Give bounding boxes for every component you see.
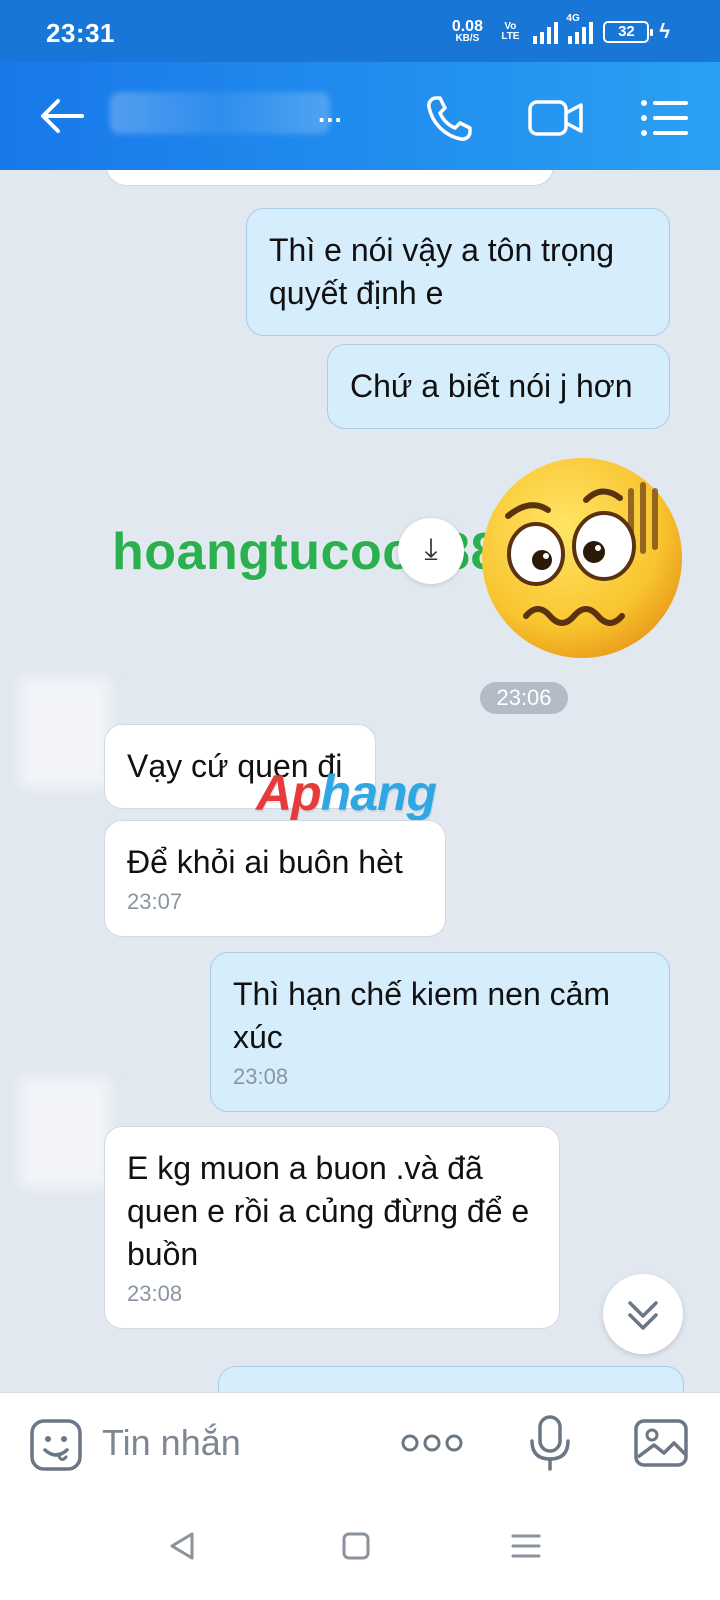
- message-input[interactable]: [102, 1415, 382, 1471]
- microphone-icon: [530, 1415, 570, 1471]
- next-message-bubble[interactable]: [218, 1366, 684, 1392]
- sender-avatar-blurred[interactable]: [20, 678, 110, 788]
- battery-level: 32: [618, 23, 635, 40]
- more-options-button[interactable]: [400, 1423, 464, 1463]
- status-bar: 23:31 0.08 KB/S Vo LTE 4G 32 ϟ: [0, 0, 720, 62]
- message-text: Thì hạn chế kiem nen cảm xúc: [233, 976, 611, 1055]
- watermark-brand-part1: Ap: [256, 765, 322, 821]
- download-icon: ⤓: [424, 533, 438, 566]
- image-icon: [634, 1419, 688, 1467]
- worried-face-sticker[interactable]: [478, 454, 686, 662]
- message-time: 23:08: [233, 1064, 289, 1089]
- video-camera-icon: [528, 100, 583, 136]
- battery-icon: 32: [603, 21, 654, 43]
- chat-header: ...: [0, 62, 720, 170]
- message-bubble-outgoing[interactable]: Chứ a biết nói j hơn: [327, 344, 670, 429]
- network-type: 4G: [566, 13, 580, 24]
- network-speed: 0.08 KB/S: [447, 19, 487, 45]
- phone-icon: [427, 96, 472, 141]
- nav-back-button[interactable]: [164, 1528, 200, 1564]
- watermark-green: hoangtucoc8888: [112, 523, 530, 581]
- message-input-bar: [0, 1392, 720, 1492]
- triangle-back-icon: [170, 1532, 194, 1560]
- recents-lines-icon: [511, 1534, 541, 1558]
- send-image-button[interactable]: [632, 1415, 690, 1471]
- voice-record-button[interactable]: [524, 1413, 576, 1473]
- message-text: Để khỏi ai buôn hèt: [127, 844, 403, 880]
- charging-icon: ϟ: [659, 20, 670, 43]
- message-text: Chứ a biết nói j hơn: [350, 368, 633, 404]
- time-divider: 23:06: [480, 682, 568, 714]
- back-button[interactable]: [36, 90, 88, 142]
- system-navigation-bar: [0, 1492, 720, 1600]
- menu-list-icon: [641, 100, 688, 136]
- contact-name-ellipsis: ...: [318, 98, 343, 128]
- emoji-icon: [30, 1419, 82, 1471]
- message-time: 23:07: [127, 889, 183, 914]
- square-home-icon: [342, 1532, 370, 1560]
- watermark-brand: Aphang: [256, 764, 437, 822]
- message-bubble-incoming[interactable]: E kg muon a buon .và đã quen e rồi a củn…: [104, 1126, 560, 1329]
- nav-recents-button[interactable]: [508, 1528, 544, 1564]
- previous-message-bubble[interactable]: [106, 170, 554, 186]
- status-time: 23:31: [46, 18, 115, 48]
- watermark-brand-part2: hang: [320, 765, 437, 821]
- message-time: 23:08: [127, 1281, 183, 1306]
- message-text: Thì e nói vậy a tôn trọng quyết định e: [269, 232, 615, 311]
- sender-avatar-blurred[interactable]: [20, 1078, 110, 1188]
- back-arrow-icon: [41, 99, 84, 133]
- signal-1-icon: [533, 20, 559, 44]
- download-button[interactable]: ⤓: [398, 518, 464, 584]
- signal-2-icon: 4G: [566, 13, 594, 44]
- volte-indicator: Vo LTE: [497, 22, 523, 42]
- double-chevron-down-icon: [628, 1301, 658, 1330]
- contact-name-blurred[interactable]: [110, 92, 330, 134]
- status-icons: 0.08 KB/S Vo LTE 4G 32 ϟ: [447, 13, 670, 48]
- scroll-to-bottom-button[interactable]: [603, 1274, 683, 1354]
- chat-messages[interactable]: Thì e nói vậy a tôn trọng quyết định e C…: [0, 170, 720, 1392]
- message-bubble-outgoing[interactable]: Thì e nói vậy a tôn trọng quyết định e: [246, 208, 670, 336]
- emoji-button[interactable]: [28, 1417, 84, 1473]
- video-call-button[interactable]: [526, 90, 586, 146]
- message-text: E kg muon a buon .và đã quen e rồi a củn…: [127, 1150, 530, 1272]
- menu-button[interactable]: [636, 90, 692, 146]
- nav-home-button[interactable]: [338, 1528, 374, 1564]
- volte-bottom: LTE: [501, 31, 520, 42]
- voice-call-button[interactable]: [422, 90, 478, 146]
- message-bubble-outgoing[interactable]: Thì hạn chế kiem nen cảm xúc 23:08: [210, 952, 670, 1112]
- more-icon: [401, 1434, 463, 1452]
- message-bubble-incoming[interactable]: Để khỏi ai buôn hèt 23:07: [104, 820, 446, 937]
